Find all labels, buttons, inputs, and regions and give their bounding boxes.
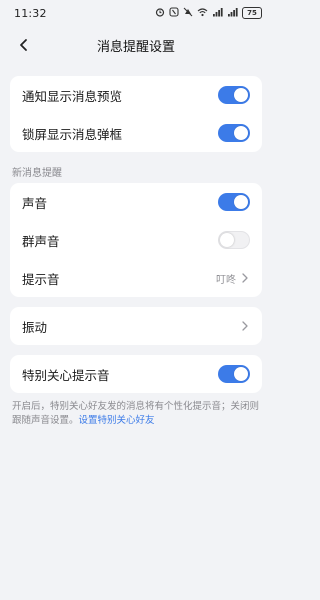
chevron-left-icon [20,39,27,51]
vibration-card: 振动 [10,307,262,345]
nfc-icon [169,6,179,20]
special-care-toggle[interactable] [218,365,250,383]
toggle-knob [234,88,248,102]
row-label: 通知显示消息预览 [22,88,123,104]
signal-icon [227,7,238,20]
signal-icon [212,7,223,20]
row-sound: 声音 [10,183,262,221]
row-label: 振动 [22,319,48,335]
tone-value-group: 叮咚 [216,271,250,286]
toggle-knob [234,195,248,209]
toggle-knob [220,233,234,247]
row-group-sound: 群声音 [10,221,262,259]
status-bar: 11:32 75 [0,0,272,26]
row-label: 特别关心提示音 [22,367,110,383]
back-button[interactable] [14,35,34,55]
row-label: 提示音 [22,271,60,287]
row-notification-preview: 通知显示消息预览 [10,76,262,114]
alarm-icon [155,7,165,20]
notification-preview-toggle[interactable] [218,86,250,104]
wifi-icon [197,7,208,20]
chevron-right-icon [242,321,248,331]
mute-icon [183,7,193,20]
page-title: 消息提醒设置 [96,39,175,55]
row-special-care-tone: 特别关心提示音 [10,355,262,393]
row-notification-tone[interactable]: 提示音 叮咚 [10,259,262,297]
toggle-knob [234,126,248,140]
row-lockscreen-popup: 锁屏显示消息弹框 [10,114,262,152]
nav-bar: 消息提醒设置 [0,26,272,64]
row-label: 群声音 [22,233,60,249]
tone-value: 叮咚 [216,274,236,286]
status-time: 11:32 [14,6,47,20]
chevron-right-icon [242,273,248,283]
group-sound-toggle[interactable] [218,231,250,249]
battery-indicator: 75 [242,7,262,19]
row-label: 锁屏显示消息弹框 [22,126,123,142]
lockscreen-popup-toggle[interactable] [218,124,250,142]
toggle-knob [234,367,248,381]
row-vibration[interactable]: 振动 [10,307,262,345]
special-care-card: 特别关心提示音 [10,355,262,393]
set-special-care-friends-link[interactable]: 设置特别关心好友 [79,415,155,426]
section-title-new-message: 新消息提醒 [12,168,62,179]
footer-note: 开启后，特别关心好友发的消息将有个性化提示音；关闭则跟随声音设置。设置特别关心好… [0,393,272,428]
status-icons: 75 [155,6,262,20]
new-message-card: 声音 群声音 提示音 叮咚 [10,183,262,297]
row-label: 声音 [22,195,48,211]
sound-toggle[interactable] [218,193,250,211]
preview-settings-card: 通知显示消息预览 锁屏显示消息弹框 [10,76,262,152]
